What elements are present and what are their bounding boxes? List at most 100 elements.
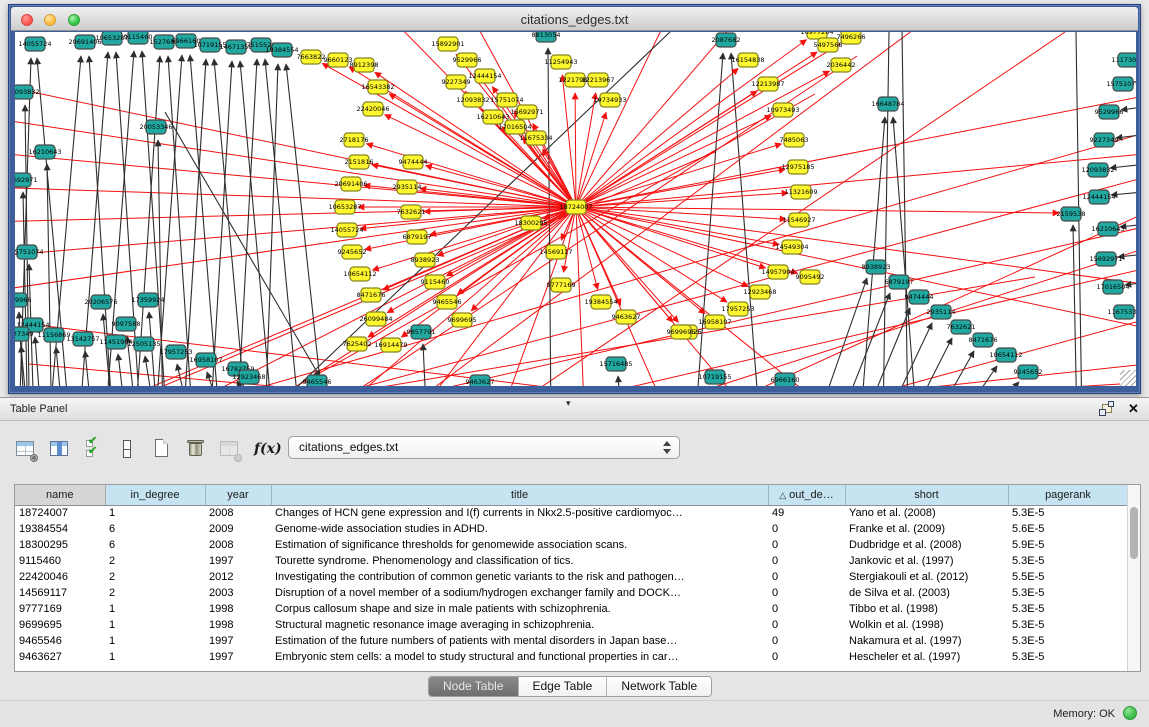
citation-network-graph[interactable]: 1405572420691406106532879115460152760269… (15, 32, 1136, 386)
graph-node[interactable]: 19384554 (584, 295, 617, 309)
graph-node[interactable]: 16154838 (731, 53, 764, 67)
graph-node[interactable]: 15751074 (15, 245, 44, 259)
column-header-short[interactable]: short (845, 485, 1008, 505)
graph-node[interactable]: 15716485 (599, 357, 632, 371)
graph-node[interactable]: 7632621 (947, 320, 976, 334)
tab-network-table[interactable]: Network Table (607, 677, 711, 696)
graph-node[interactable]: 16648784 (871, 97, 904, 111)
graph-node[interactable]: 9474444 (905, 290, 934, 304)
float-window-icon[interactable] (1102, 404, 1112, 413)
graph-node[interactable]: 9115460 (421, 275, 450, 289)
graph-node[interactable]: 8471676 (969, 333, 998, 347)
table-row[interactable]: 1830029562008Estimation of significance … (15, 537, 1128, 553)
network-window[interactable]: citations_edges.txt 14055724206914061065… (8, 4, 1141, 394)
graph-node[interactable]: 15892901 (431, 37, 464, 51)
graph-node[interactable]: 10719155 (698, 370, 731, 384)
graph-node[interactable]: 9463627 (612, 310, 641, 324)
graph-node[interactable]: 11254943 (544, 55, 577, 69)
graph-node[interactable]: 2036442 (827, 58, 856, 72)
column-header-in_degree[interactable]: in_degree (105, 485, 205, 505)
graph-node[interactable]: 9529966 (453, 53, 482, 67)
graph-node[interactable]: 6879197 (885, 275, 914, 289)
graph-node[interactable]: 9474444 (399, 155, 428, 169)
graph-node[interactable]: 15751074 (1106, 77, 1136, 91)
graph-node[interactable]: 9227349 (1090, 133, 1119, 147)
function-builder-icon[interactable]: f(x) (254, 438, 284, 460)
graph-node[interactable]: 20206576 (84, 295, 117, 309)
graph-node[interactable]: 17016504 (1096, 280, 1129, 294)
graph-node[interactable]: 11546927 (782, 213, 815, 227)
table-row[interactable]: 977716911998Corpus callosum shape and si… (15, 601, 1128, 617)
graph-node[interactable]: 9465546 (433, 295, 462, 309)
graph-node[interactable]: 6966160 (771, 373, 800, 386)
graph-node[interactable]: 8938923 (862, 260, 891, 274)
network-canvas[interactable]: 1405572420691406106532879115460152760269… (15, 32, 1136, 386)
graph-node[interactable]: 12975185 (781, 160, 814, 174)
graph-node[interactable]: 9857791 (407, 325, 436, 339)
graph-node[interactable]: 14549304 (775, 240, 808, 254)
graph-node[interactable]: 20053346 (139, 120, 172, 134)
table-row[interactable]: 2242004622012Investigating the contribut… (15, 569, 1128, 585)
graph-node[interactable]: 14055724 (18, 37, 51, 51)
graph-node[interactable]: 16958107 (189, 353, 222, 367)
graph-node[interactable]: 10654112 (989, 348, 1022, 362)
table-row[interactable]: 969969511998Structural magnetic resonanc… (15, 617, 1128, 633)
canvas-resize-grip[interactable] (1120, 370, 1136, 386)
tab-node-table[interactable]: Node Table (429, 677, 519, 696)
tab-edge-table[interactable]: Edge Table (519, 677, 608, 696)
graph-node[interactable]: 9699695 (667, 325, 696, 339)
graph-node[interactable]: 9699695 (448, 313, 477, 327)
graph-node[interactable]: 16210643 (476, 110, 509, 124)
window-titlebar[interactable]: citations_edges.txt (11, 7, 1138, 31)
table-row[interactable]: 946554611997Estimation of the future num… (15, 633, 1128, 649)
graph-node[interactable]: 8912398 (350, 58, 379, 72)
table-scrollbar[interactable] (1127, 485, 1140, 671)
graph-node[interactable]: 2159538 (1057, 207, 1086, 221)
column-header-year[interactable]: year (205, 485, 271, 505)
graph-node[interactable]: 8471676 (357, 288, 386, 302)
graph-node[interactable]: 7625402 (343, 337, 372, 351)
table-scrollbar-thumb[interactable] (1130, 507, 1138, 559)
graph-node[interactable]: 14957904 (761, 265, 794, 279)
column-header-out_de[interactable]: △out_de… (768, 485, 845, 505)
graph-node[interactable]: 9529966 (1095, 105, 1124, 119)
graph-node[interactable]: 9227349 (442, 75, 471, 89)
graph-node[interactable]: 12093832 (15, 85, 40, 99)
graph-node[interactable]: 2935114 (927, 305, 956, 319)
graph-node[interactable]: 22420046 (356, 102, 389, 116)
graph-node[interactable]: 15692971 (510, 105, 543, 119)
column-header-name[interactable]: name (15, 485, 105, 505)
table-mode-icon[interactable] (16, 438, 36, 460)
unselect-all-icon[interactable] (118, 438, 138, 460)
graph-node[interactable]: 9777169 (547, 278, 576, 292)
graph-node[interactable]: 12505135 (127, 337, 160, 351)
graph-node[interactable]: 9660123 (324, 53, 353, 67)
table-row[interactable]: 1456911722003Disruption of a novel membe… (15, 585, 1128, 601)
close-panel-icon[interactable]: ✕ (1128, 401, 1139, 417)
graph-node[interactable]: 11321609 (784, 185, 817, 199)
graph-node[interactable]: 15692971 (1089, 252, 1122, 266)
graph-node[interactable]: 9095492 (796, 270, 825, 284)
graph-node[interactable]: 16958107 (698, 315, 731, 329)
graph-node[interactable]: 16914479 (374, 338, 407, 352)
table-row[interactable]: 911546021997Tourette syndrome. Phenomeno… (15, 553, 1128, 569)
graph-node[interactable]: 9529966 (15, 293, 31, 307)
graph-node[interactable]: 8813054 (532, 32, 561, 42)
graph-node[interactable]: 11675334 (1107, 305, 1136, 319)
graph-node[interactable]: 13142757 (66, 332, 99, 346)
graph-node[interactable]: 7496266 (837, 32, 866, 44)
graph-node[interactable]: 16210643 (1091, 222, 1124, 236)
graph-node[interactable]: 6879197 (403, 230, 432, 244)
graph-node[interactable]: 12444154 (1082, 190, 1115, 204)
graph-node[interactable]: 7632621 (397, 205, 426, 219)
graph-node[interactable]: 9097588 (112, 317, 141, 331)
graph-node[interactable]: 11173054 (1111, 53, 1136, 67)
graph-node[interactable]: 12444154 (468, 69, 501, 83)
new-table-icon[interactable] (152, 438, 172, 460)
graph-node[interactable]: 9463627 (466, 375, 495, 386)
select-all-icon[interactable]: ✔✔ (84, 438, 104, 460)
graph-node[interactable]: 26099484 (359, 312, 392, 326)
delete-column-icon[interactable] (220, 438, 240, 460)
graph-node[interactable]: 9245652 (338, 245, 367, 259)
table-row[interactable]: 1938455462009Genome-wide association stu… (15, 521, 1128, 537)
